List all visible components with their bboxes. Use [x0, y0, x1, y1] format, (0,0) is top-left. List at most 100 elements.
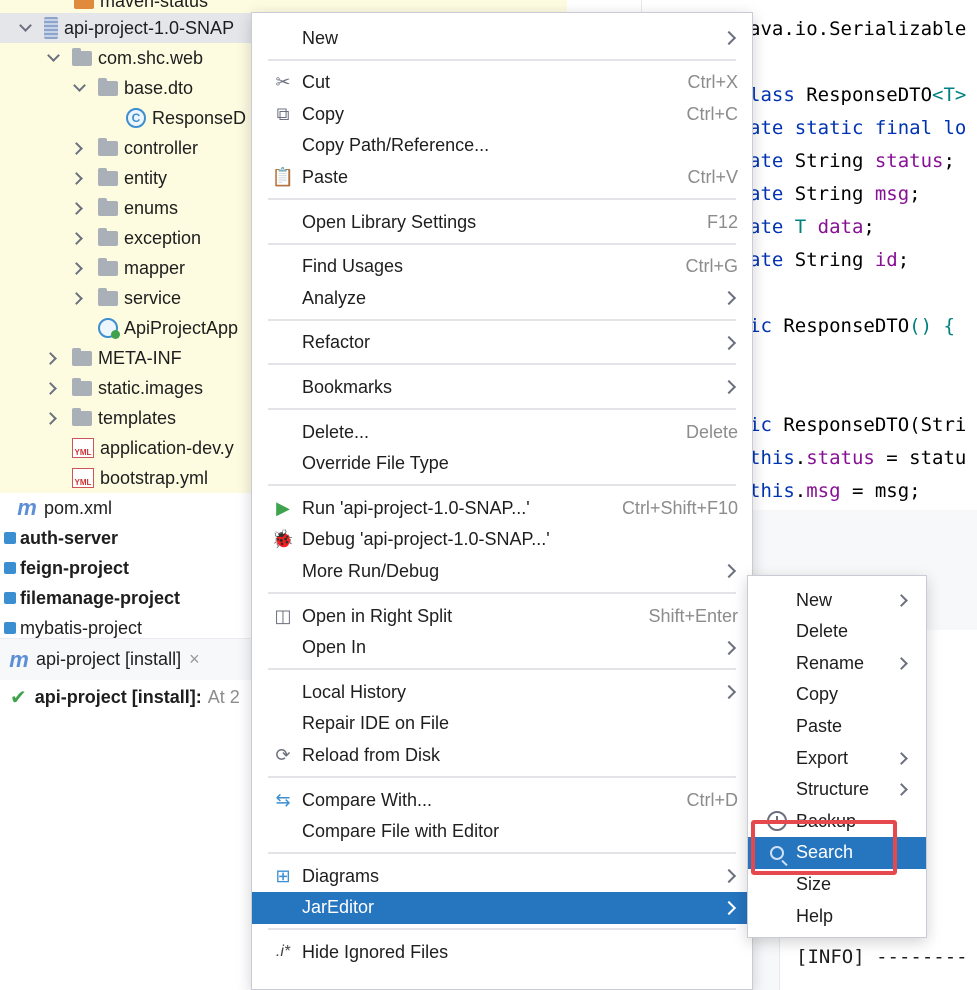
chevron-right-icon[interactable]: [72, 141, 86, 155]
code-token: data: [817, 216, 864, 238]
code-token: ate: [749, 216, 795, 238]
menu-item-label: Compare File with Editor: [302, 821, 500, 842]
code-line: ava.io.Serializable: [749, 18, 966, 40]
menu-item-copy[interactable]: ⧉ Copy Ctrl+C: [252, 98, 752, 130]
menu-item-label: Run 'api-project-1.0-SNAP...': [302, 497, 530, 518]
menu-item-more-run-debug[interactable]: More Run/Debug: [252, 555, 752, 587]
chevron-down-icon[interactable]: [72, 81, 86, 95]
chevron-right-icon[interactable]: [46, 381, 60, 395]
code-line: ic ResponseDTO() {: [749, 315, 955, 337]
menu-item-label: Diagrams: [302, 865, 380, 886]
chevron-right-icon[interactable]: [46, 411, 60, 425]
menu-item-run-api-project-1-0-snap[interactable]: ▶ Run 'api-project-1.0-SNAP...' Ctrl+Shift…: [252, 492, 752, 524]
submenu-item-paste[interactable]: Paste: [748, 710, 926, 742]
code-token: ;: [863, 216, 875, 238]
menu-item-jareditor[interactable]: JarEditor: [252, 891, 752, 924]
menu-item-hide-ignored-files[interactable]: .i* Hide Ignored Files: [252, 936, 752, 968]
menu-item-label: Open in Right Split: [302, 605, 453, 626]
chevron-right-icon[interactable]: [72, 291, 86, 305]
tree-row-label: pom.xml: [44, 497, 113, 518]
menu-item-find-usages[interactable]: Find Usages Ctrl+G: [252, 251, 752, 283]
code-token: () {: [909, 315, 955, 337]
code-token: ResponseDTO: [783, 315, 910, 337]
menu-item-shortcut: Ctrl+V: [687, 166, 738, 187]
menu-item-label: Copy: [302, 103, 345, 124]
chevron-right-icon[interactable]: [72, 201, 86, 215]
menu-separator: [268, 484, 736, 487]
search-highlight-box: [751, 820, 897, 875]
copy-icon: ⧉: [276, 103, 290, 124]
menu-separator: [268, 408, 736, 410]
run-status-label: api-project [install]:: [34, 686, 202, 707]
menu-item-refactor[interactable]: Refactor: [252, 327, 752, 359]
menu-item-bookmarks[interactable]: Bookmarks: [252, 371, 752, 403]
menu-separator: [268, 198, 736, 200]
chevron-right-icon[interactable]: [72, 231, 86, 245]
menu-item-delete[interactable]: Delete... Delete: [252, 416, 752, 448]
submenu-item-help[interactable]: Help: [748, 900, 926, 932]
submenu-item-copy[interactable]: Copy: [748, 679, 926, 711]
module-icon: [4, 562, 16, 574]
submenu-item-label: Help: [796, 905, 834, 926]
menu-separator: [268, 318, 736, 321]
tree-row-label: application-dev.y: [100, 437, 234, 458]
tree-row-label: base.dto: [124, 77, 194, 98]
maven-icon: m: [9, 646, 29, 672]
run-tab[interactable]: m api-project [install] ×: [8, 646, 200, 672]
menu-item-shortcut: F12: [706, 211, 738, 232]
tree-row-label: com.shc.web: [98, 47, 204, 68]
menu-item-reload-from-disk[interactable]: ⟳ Reload from Disk: [252, 739, 752, 771]
submenu-item-new[interactable]: New: [748, 584, 926, 616]
menu-item-override-file-type[interactable]: Override File Type: [252, 448, 752, 480]
menu-item-paste[interactable]: 📋 Paste Ctrl+V: [252, 161, 752, 193]
submenu-item-export[interactable]: Export: [748, 742, 926, 774]
chevron-down-icon[interactable]: [46, 51, 60, 65]
menu-separator: [268, 58, 736, 61]
code-token: = statu: [874, 447, 967, 469]
chevron-right-icon[interactable]: [46, 351, 60, 365]
tree-row-label: META-INF: [98, 347, 182, 368]
submenu-item-structure[interactable]: Structure: [748, 774, 926, 806]
menu-item-open-in-right-split[interactable]: ◫ Open in Right Split Shift+Enter: [252, 600, 752, 632]
code-token: <T>: [932, 84, 967, 106]
code-token: String: [794, 249, 875, 271]
tree-row-label: bootstrap.yml: [100, 467, 209, 488]
code-line: ate T data;: [749, 216, 875, 238]
submenu-item-label: Paste: [796, 715, 843, 736]
close-icon[interactable]: ×: [189, 649, 200, 670]
tree-row-label: feign-project: [20, 557, 130, 578]
maven-icon: m: [17, 495, 37, 520]
menu-item-open-library-settings[interactable]: Open Library Settings F12: [252, 206, 752, 238]
code-line: this.msg = msg;: [749, 480, 921, 502]
console-line: [INFO] --------: [796, 946, 968, 968]
menu-item-local-history[interactable]: Local History: [252, 676, 752, 708]
code-line: this.status = statu: [749, 447, 966, 469]
tree-row-label: exception: [124, 227, 202, 248]
menu-item-new[interactable]: New: [252, 22, 752, 54]
menu-item-cut[interactable]: ✂ Cut Ctrl+X: [252, 67, 752, 99]
submenu-item-rename[interactable]: Rename: [748, 647, 926, 679]
submenu-item-delete[interactable]: Delete: [748, 616, 926, 648]
code-token: String: [794, 150, 875, 172]
tree-row-label: mapper: [124, 257, 186, 278]
menu-item-shortcut: Ctrl+C: [686, 103, 738, 124]
menu-item-copy-path-reference[interactable]: Copy Path/Reference...: [252, 130, 752, 162]
run-tab-label: api-project [install]: [36, 649, 182, 669]
package-icon: [98, 227, 118, 246]
menu-item-diagrams[interactable]: ⊞ Diagrams: [252, 860, 752, 892]
menu-item-repair-ide-on-file[interactable]: Repair IDE on File: [252, 708, 752, 740]
code-token: this: [749, 480, 795, 502]
menu-item-compare-with[interactable]: ⇆ Compare With... Ctrl+D: [252, 784, 752, 816]
menu-item-shortcut: Ctrl+Shift+F10: [621, 497, 738, 518]
package-icon: [98, 137, 118, 156]
code-token: T: [794, 216, 818, 238]
chevron-right-icon[interactable]: [72, 261, 86, 275]
menu-item-compare-file-with-editor[interactable]: Compare File with Editor: [252, 816, 752, 848]
chevron-right-icon[interactable]: [72, 171, 86, 185]
chevron-down-icon[interactable]: [18, 21, 32, 35]
submenu-item-label: Size: [796, 873, 832, 894]
menu-item-open-in[interactable]: Open In: [252, 632, 752, 664]
menu-item-analyze[interactable]: Analyze: [252, 282, 752, 314]
tree-row-label: static.images: [98, 377, 204, 398]
menu-item-debug-api-project-1-0-snap[interactable]: 🐞 Debug 'api-project-1.0-SNAP...': [252, 524, 752, 556]
